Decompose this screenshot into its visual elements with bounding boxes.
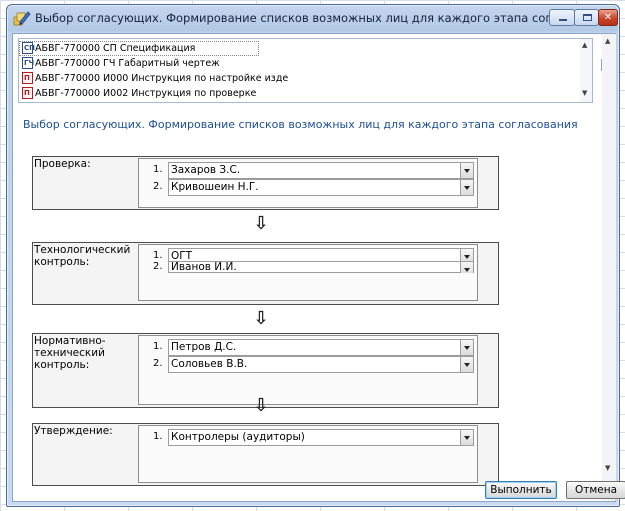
scroll-down-icon[interactable]: ▼: [582, 89, 587, 97]
maximize-button[interactable]: [574, 9, 599, 26]
minimize-icon: [559, 19, 567, 21]
document-name: АБВГ-770000 И000 Инструкция по настройке…: [35, 73, 289, 84]
flow-down-arrow-icon: ⇩: [253, 395, 269, 416]
stage-label: Утверждение:: [34, 425, 113, 437]
scroll-up-icon[interactable]: ▲: [582, 41, 587, 49]
scroll-down-icon[interactable]: ▼: [605, 464, 610, 472]
approver-name: Захаров З.С.: [171, 164, 241, 176]
approver-name: Соловьев В.В.: [171, 358, 248, 370]
section-heading: Выбор согласующих. Формирование списков …: [23, 118, 578, 131]
chevron-down-icon[interactable]: [460, 163, 473, 178]
document-list-item[interactable]: П АБВГ-770000 И002 Инструкция по проверке: [22, 86, 256, 101]
stage-label: Технологический контроль:: [34, 244, 131, 268]
title-bar[interactable]: Выбор согласующих. Формирование списков …: [7, 5, 619, 31]
approver-number: 1.: [153, 250, 163, 261]
approver-select[interactable]: Иванов И.И.: [168, 261, 474, 273]
chevron-down-icon[interactable]: [460, 430, 473, 445]
approver-select[interactable]: Контролеры (аудиторы): [168, 429, 474, 446]
document-name: АБВГ-770000 ГЧ Габаритный чертеж: [35, 58, 220, 69]
approver-number: 1.: [153, 164, 163, 175]
approver-number: 1.: [153, 431, 163, 442]
run-button[interactable]: Выполнить: [485, 481, 557, 499]
approver-select[interactable]: Соловьев В.В.: [168, 356, 474, 373]
approver-row: 1. Контролеры (аудиторы): [139, 429, 475, 446]
app-pencil-icon: [13, 11, 31, 26]
approver-select[interactable]: Захаров З.С.: [168, 162, 474, 179]
approver-number: 2.: [153, 261, 163, 272]
window-title: Выбор согласующих. Формирование списков …: [35, 11, 615, 25]
approver-number: 2.: [153, 358, 163, 369]
approver-list: 1. Петров Д.С. 2. Соловьев В.В.: [138, 335, 478, 405]
stage-verification: Проверка: 1. Захаров З.С. 2. Кривошеин Н…: [32, 156, 499, 210]
document-list-scrollbar[interactable]: ▲ ▼: [580, 39, 592, 102]
document-list-item[interactable]: П АБВГ-770000 И000 Инструкция по настройк…: [22, 71, 288, 86]
approver-list: 1. Контролеры (аудиторы): [138, 425, 478, 483]
approver-row: 1. Захаров З.С.: [139, 162, 475, 179]
document-list-item[interactable]: ГЧ АБВГ-770000 ГЧ Габаритный чертеж: [22, 56, 220, 71]
approver-name: Иванов И.И.: [171, 261, 237, 273]
approver-name: Контролеры (аудиторы): [171, 431, 305, 443]
stages-scroll-area: Проверка: 1. Захаров З.С. 2. Кривошеин Н…: [13, 134, 601, 486]
document-name: АБВГ-770000 И002 Инструкция по проверке: [35, 88, 257, 99]
approver-name: Петров Д.С.: [171, 341, 237, 353]
maximize-icon: [583, 14, 592, 21]
spec-doc-icon: СП: [22, 41, 35, 54]
approver-list: 1. Захаров З.С. 2. Кривошеин Н.Г.: [138, 158, 478, 208]
close-icon: ✕: [603, 12, 613, 23]
approver-row: 1. Петров Д.С.: [139, 339, 475, 356]
document-list[interactable]: СП АБВГ-770000 СП Спецификация ГЧ АБВГ-770…: [18, 38, 593, 103]
approver-name: Кривошеин Н.Г.: [171, 181, 259, 193]
document-name: АБВГ-770000 СП Спецификация: [35, 43, 196, 54]
approver-number: 1.: [153, 341, 163, 352]
pdf-doc-icon: П: [22, 86, 33, 99]
flow-down-arrow-icon: ⇩: [253, 213, 269, 234]
minimize-button[interactable]: [549, 9, 575, 26]
drawing-doc-icon: ГЧ: [22, 56, 35, 69]
close-button[interactable]: ✕: [598, 9, 618, 26]
stage-label: Проверка:: [34, 158, 91, 170]
flow-down-arrow-icon: ⇩: [253, 308, 269, 329]
chevron-down-icon[interactable]: [460, 180, 473, 195]
chevron-down-icon[interactable]: [460, 357, 473, 372]
approver-list: 1. ОГТ 2. Иванов И.И.: [138, 244, 478, 301]
approver-select[interactable]: Петров Д.С.: [168, 339, 474, 356]
approver-row: 2. Кривошеин Н.Г.: [139, 179, 475, 196]
chevron-down-icon[interactable]: [460, 340, 473, 355]
pdf-doc-icon: П: [22, 71, 33, 84]
dialog-scrollbar[interactable]: ▲ ▼: [602, 34, 616, 500]
approver-number: 2.: [153, 181, 163, 192]
stage-approval: Утверждение: 1. Контролеры (аудиторы): [32, 423, 499, 486]
document-list-item[interactable]: СП АБВГ-770000 СП Спецификация: [22, 41, 195, 56]
cancel-button[interactable]: Отмена: [566, 481, 625, 499]
scroll-up-icon[interactable]: ▲: [605, 37, 610, 45]
dialog-client-area: СП АБВГ-770000 СП Спецификация ГЧ АБВГ-770…: [12, 33, 625, 502]
stage-label: Нормативно-технический контроль:: [34, 335, 106, 371]
approver-select[interactable]: Кривошеин Н.Г.: [168, 179, 474, 196]
chevron-down-icon[interactable]: [460, 262, 473, 273]
approver-row: 2. Иванов И.И.: [139, 261, 475, 273]
stage-technological-control: Технологический контроль: 1. ОГТ 2. Иван…: [32, 242, 499, 305]
approver-row: 2. Соловьев В.В.: [139, 356, 475, 373]
dialog-window: Выбор согласующих. Формирование списков …: [6, 4, 625, 507]
